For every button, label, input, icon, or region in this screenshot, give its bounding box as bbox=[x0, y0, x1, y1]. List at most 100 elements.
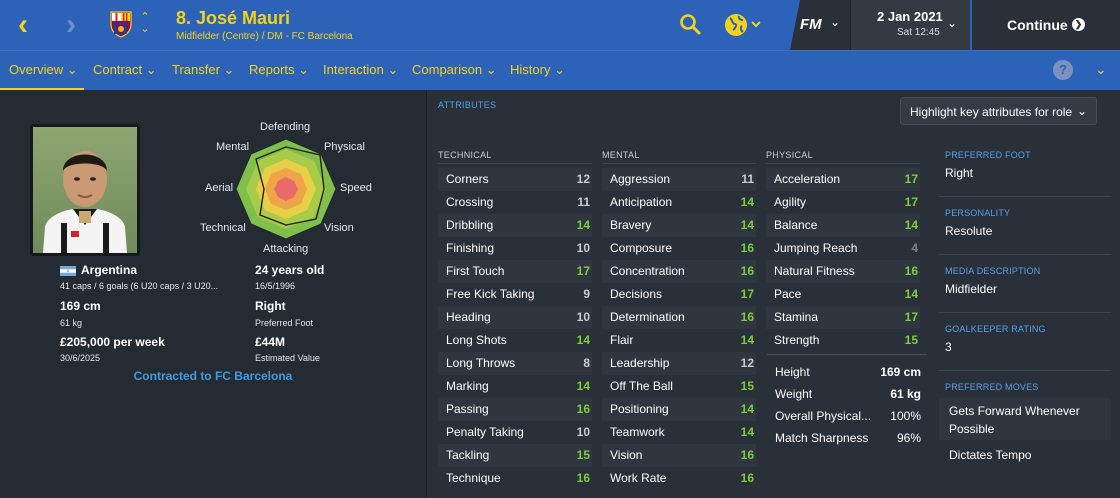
attribute-value: 11 bbox=[741, 172, 754, 186]
mental-heading: MENTAL bbox=[602, 150, 756, 164]
attribute-row[interactable]: Natural Fitness 16 bbox=[766, 260, 920, 283]
attribute-value: 14 bbox=[740, 402, 754, 416]
attribute-row[interactable]: Passing 16 bbox=[438, 398, 592, 421]
tab-overview[interactable]: Overview ⌄ bbox=[0, 51, 84, 91]
attribute-row[interactable]: Marking 14 bbox=[438, 375, 592, 398]
crest-switch-arrows-icon[interactable]: ⌃ ⌄ bbox=[139, 11, 151, 37]
attribute-name: Pace bbox=[774, 287, 802, 301]
attribute-row[interactable]: Decisions 17 bbox=[602, 283, 756, 306]
forward-icon[interactable]: › bbox=[66, 10, 92, 40]
radar-label-physical: Physical bbox=[324, 141, 365, 153]
attribute-row[interactable]: Concentration 16 bbox=[602, 260, 756, 283]
goalkeeper-rating-heading: GOALKEEPER RATING bbox=[945, 324, 1046, 334]
attribute-value: 17 bbox=[904, 195, 918, 209]
tab-reports[interactable]: Reports ⌄ bbox=[249, 51, 309, 91]
attribute-row[interactable]: Balance 14 bbox=[766, 214, 920, 237]
attribute-row[interactable]: Jumping Reach 4 bbox=[766, 237, 920, 260]
attribute-row[interactable]: Bravery 14 bbox=[602, 214, 756, 237]
attribute-row[interactable]: Anticipation 14 bbox=[602, 191, 756, 214]
attribute-row[interactable]: Stamina 17 bbox=[766, 306, 920, 329]
attribute-row[interactable]: Long Shots 14 bbox=[438, 329, 592, 352]
attribute-row[interactable]: Positioning 14 bbox=[602, 398, 756, 421]
attribute-row[interactable]: Finishing 10 bbox=[438, 237, 592, 260]
preferred-move-text: Dictates Tempo bbox=[949, 448, 1032, 462]
tab-contract[interactable]: Contract ⌄ bbox=[93, 51, 157, 91]
attribute-row[interactable]: Dribbling 14 bbox=[438, 214, 592, 237]
media-description-value: Midfielder bbox=[945, 282, 998, 296]
player-position-club[interactable]: Midfielder (Centre) / DM - FC Barcelona bbox=[176, 31, 353, 42]
contracted-club-link[interactable]: Contracted to FC Barcelona bbox=[0, 369, 426, 383]
arrow-right-circle-icon: ❯ bbox=[1072, 18, 1085, 31]
argentina-flag-icon bbox=[60, 266, 76, 276]
tab-interaction[interactable]: Interaction ⌄ bbox=[323, 51, 398, 91]
weight: 61 kg bbox=[60, 318, 83, 328]
attribute-name: Natural Fitness bbox=[774, 264, 855, 278]
tab-transfer[interactable]: Transfer ⌄ bbox=[172, 51, 234, 91]
attribute-row[interactable]: Technique 16 bbox=[438, 467, 592, 490]
attribute-row[interactable]: Teamwork 14 bbox=[602, 421, 756, 444]
tab-comparison[interactable]: Comparison ⌄ bbox=[412, 51, 497, 91]
attribute-row[interactable]: Determination 16 bbox=[602, 306, 756, 329]
globe-icon[interactable] bbox=[724, 12, 766, 38]
attribute-row[interactable]: Leadership 12 bbox=[602, 352, 756, 375]
highlight-role-label: Highlight key attributes for role bbox=[910, 105, 1073, 119]
personality-heading: PERSONALITY bbox=[945, 208, 1011, 218]
player-photo bbox=[30, 124, 140, 256]
attribute-value: 15 bbox=[576, 448, 590, 462]
personality-value: Resolute bbox=[945, 224, 993, 238]
attribute-value: 14 bbox=[904, 287, 918, 301]
preferred-foot-value: Right bbox=[945, 166, 974, 180]
physical-stat-value: 96% bbox=[896, 431, 921, 445]
attribute-name: Concentration bbox=[610, 264, 685, 278]
radar-label-attacking: Attacking bbox=[263, 243, 309, 255]
attribute-row[interactable]: Composure 16 bbox=[602, 237, 756, 260]
radar-label-speed: Speed bbox=[340, 182, 372, 194]
attribute-row[interactable]: Heading 10 bbox=[438, 306, 592, 329]
fm-menu-button[interactable]: FM ⌄ bbox=[790, 0, 850, 50]
current-date: 2 Jan 2021 bbox=[877, 9, 943, 24]
attribute-row[interactable]: Aggression 11 bbox=[602, 168, 756, 191]
help-icon[interactable]: ? bbox=[1053, 60, 1073, 80]
tab-history[interactable]: History ⌄ bbox=[510, 51, 565, 91]
physical-stat-row: Match Sharpness 96% bbox=[767, 427, 927, 449]
highlight-role-dropdown[interactable]: Highlight key attributes for role ⌄ bbox=[900, 97, 1097, 125]
physical-stat-name: Height bbox=[775, 365, 810, 379]
attribute-value: 16 bbox=[576, 402, 590, 416]
attribute-row[interactable]: Flair 14 bbox=[602, 329, 756, 352]
attribute-row[interactable]: Corners 12 bbox=[438, 168, 592, 191]
attribute-row[interactable]: Vision 16 bbox=[602, 444, 756, 467]
attribute-row[interactable]: Tackling 15 bbox=[438, 444, 592, 467]
attribute-row[interactable]: Acceleration 17 bbox=[766, 168, 920, 191]
player-summary-panel: Defending Physical Speed Vision Attackin… bbox=[0, 90, 426, 498]
attribute-value: 16 bbox=[740, 448, 754, 462]
divider bbox=[767, 354, 927, 355]
attribute-row[interactable]: Strength 15 bbox=[766, 329, 920, 352]
attribute-row[interactable]: First Touch 17 bbox=[438, 260, 592, 283]
radar-label-vision: Vision bbox=[324, 222, 354, 234]
attribute-row[interactable]: Work Rate 16 bbox=[602, 467, 756, 490]
chevron-down-icon[interactable]: ⌄ bbox=[1095, 61, 1107, 78]
attribute-row[interactable]: Pace 14 bbox=[766, 283, 920, 306]
back-icon[interactable]: ‹ bbox=[18, 10, 44, 40]
nationality[interactable]: Argentina bbox=[81, 263, 137, 277]
attribute-value: 14 bbox=[740, 195, 754, 209]
continue-button[interactable]: Continue ❯ bbox=[972, 0, 1120, 50]
attribute-row[interactable]: Long Throws 8 bbox=[438, 352, 592, 375]
attribute-row[interactable]: Free Kick Taking 9 bbox=[438, 283, 592, 306]
attribute-name: Corners bbox=[446, 172, 489, 186]
height: 169 cm bbox=[60, 299, 101, 313]
attribute-row[interactable]: Agility 17 bbox=[766, 191, 920, 214]
fm-logo: FM bbox=[800, 16, 822, 33]
attribute-row[interactable]: Penalty Taking 10 bbox=[438, 421, 592, 444]
attribute-name: Long Shots bbox=[446, 333, 507, 347]
attribute-row[interactable]: Off The Ball 15 bbox=[602, 375, 756, 398]
attribute-row[interactable]: Crossing 11 bbox=[438, 191, 592, 214]
attribute-name: Long Throws bbox=[446, 356, 516, 370]
preferred-moves-heading: PREFERRED MOVES bbox=[945, 382, 1039, 392]
date-panel[interactable]: 2 Jan 2021 Sat 12:45 ⌄ bbox=[850, 0, 970, 50]
club-crest-icon[interactable] bbox=[109, 10, 133, 38]
attribute-name: Heading bbox=[446, 310, 491, 324]
attribute-name: Vision bbox=[610, 448, 643, 462]
search-icon[interactable] bbox=[678, 12, 702, 36]
attribute-value: 16 bbox=[904, 264, 918, 278]
